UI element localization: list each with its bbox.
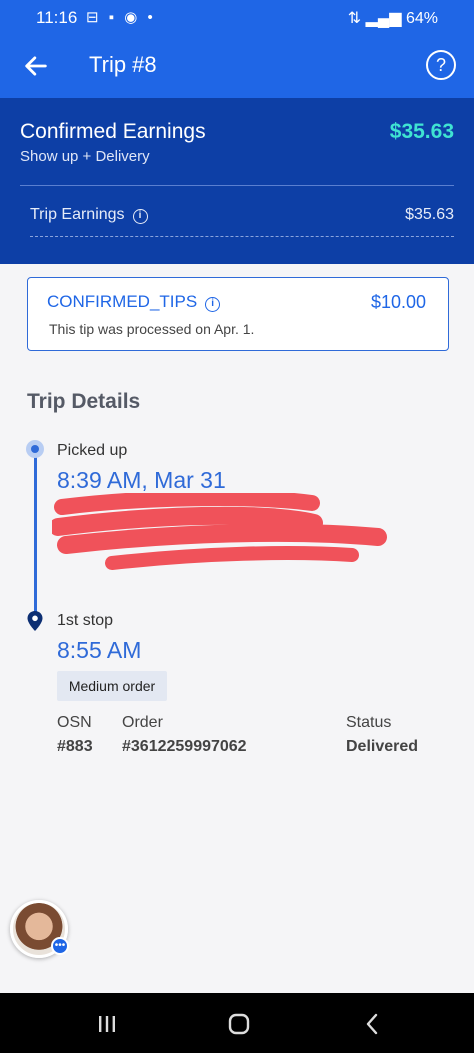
trip-earnings-value: $35.63: [405, 206, 454, 223]
confirmed-earnings-label: Confirmed Earnings: [20, 120, 206, 143]
recent-apps-icon[interactable]: [92, 1009, 122, 1039]
trip-earnings-row: Trip Earnings i: [30, 206, 148, 224]
notification-icons: ⊟ ▪ ◉ •: [86, 9, 156, 26]
question-circle-icon[interactable]: ?: [426, 50, 456, 80]
home-icon[interactable]: [224, 1009, 254, 1039]
osn-value: #883: [57, 738, 93, 755]
osn-header: OSN: [57, 714, 92, 731]
stop-time: 8:55 AM: [57, 637, 142, 663]
trip-earnings-label: Trip Earnings: [30, 206, 125, 223]
pickup-dot-icon: [26, 440, 44, 458]
dotted-divider: [30, 236, 454, 237]
order-header: Order: [122, 714, 163, 731]
system-nav-bar: [0, 993, 474, 1053]
status-header: Status: [346, 714, 392, 731]
page-title: Trip #8: [89, 52, 157, 77]
earnings-summary: Confirmed Earnings Show up + Delivery $3…: [0, 98, 474, 264]
trip-details-title: Trip Details: [27, 390, 141, 413]
info-icon[interactable]: i: [132, 209, 148, 224]
status-bar: 11:16 ⊟ ▪ ◉ • ⇅ ▂▄▆ 64%: [0, 0, 474, 34]
timeline-line: [34, 452, 37, 618]
pickup-label: Picked up: [57, 442, 128, 459]
order-value: #3612259997062: [122, 738, 247, 755]
pickup-time: 8:39 AM, Mar 31: [57, 467, 226, 493]
arrow-left-icon[interactable]: [22, 52, 50, 80]
location-pin-icon: [27, 611, 43, 631]
tips-title-row: CONFIRMED_TIPS i: [47, 292, 221, 312]
status-time: 11:16: [36, 8, 78, 27]
tips-card: CONFIRMED_TIPS i $10.00 This tip was proc…: [27, 277, 449, 351]
confirmed-earnings-total: $35.63: [389, 120, 454, 143]
tips-amount: $10.00: [370, 292, 426, 312]
message-icon: •••: [51, 937, 69, 955]
status-value: Delivered: [346, 738, 419, 755]
tips-note: This tip was processed on Apr. 1.: [49, 321, 255, 337]
stop-label: 1st stop: [57, 612, 114, 629]
tips-name: CONFIRMED_TIPS: [47, 292, 198, 311]
earnings-subtitle: Show up + Delivery: [20, 148, 150, 165]
order-size-badge: Medium order: [57, 671, 167, 701]
divider: [20, 185, 454, 186]
info-icon[interactable]: i: [205, 297, 221, 312]
back-nav-icon[interactable]: [358, 1009, 388, 1039]
status-indicators: ⇅ ▂▄▆ 64%: [347, 10, 438, 27]
app-bar: Trip #8 ?: [0, 34, 474, 98]
redacted-address: [52, 493, 387, 570]
